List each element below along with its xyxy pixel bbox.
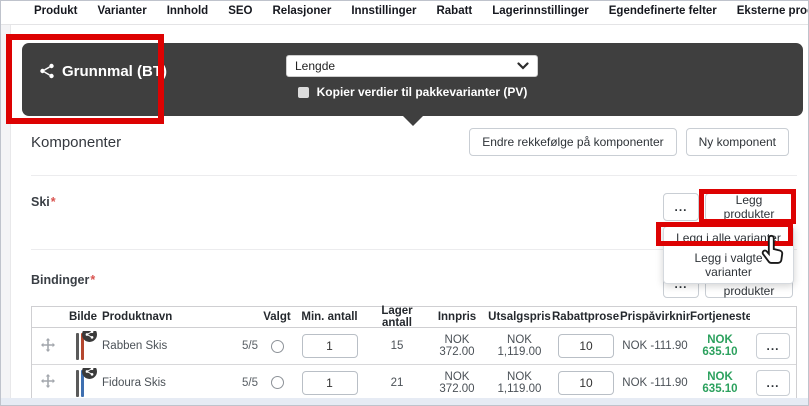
copy-values-label: Kopier verdier til pakkevarianter (PV) [317,85,528,99]
required-mark: * [90,273,95,287]
drag-handle[interactable] [32,338,64,355]
share-badge-icon[interactable] [82,331,97,342]
row-actions-cell: ... [750,370,796,396]
product-editor-screen: Produkt Varianter Innhold SEO Relasjoner… [0,0,809,406]
lager-antall: 21 [367,377,427,389]
innpris: NOK 372.00 [427,334,487,358]
prispavirkning: NOK -111.90 [620,340,690,352]
header-valgt: Valgt [262,311,292,323]
required-mark: * [51,195,56,209]
ski-more-button[interactable]: ... [663,193,699,221]
tab-innhold[interactable]: Innhold [162,1,214,24]
tab-lagerinnstillinger[interactable]: Lagerinnstillinger [487,1,594,24]
rabattprosent-cell [552,371,620,395]
ski-graphic [76,370,79,397]
tab-rabatt[interactable]: Rabatt [431,1,477,24]
fortjeneste: NOK 635.10 [690,371,750,395]
table-row-fidoura-skis: Fidoura Skis 5/5 21 NOK 372.00 NOK 1,119… [32,364,796,400]
header-utsalgspris: Utsalgspris [487,311,552,323]
header-fortjeneste: Fortjeneste [690,311,750,323]
tab-varianter[interactable]: Varianter [92,1,151,24]
left-gutter [1,25,11,405]
component-label-bindinger: Bindinger* [31,273,95,287]
utsalgspris: NOK 1,119.00 [487,334,552,358]
variant-title: Grunnmal (BT) [62,63,167,80]
bottom-strip [1,398,809,405]
ski-add-products-button[interactable]: Legg produkter [705,193,793,221]
valgt-cell [262,340,292,353]
row-more-button[interactable]: ... [756,333,790,359]
innpris: NOK 372.00 [427,371,487,395]
valgt-cell [262,376,292,389]
section-divider [31,175,797,176]
drag-handle[interactable] [32,374,64,391]
tab-egendefinerte-felter[interactable]: Egendefinerte felter [604,1,722,24]
move-icon [41,338,55,352]
tab-innstillinger[interactable]: Innstillinger [346,1,421,24]
min-antall-cell [292,334,367,358]
product-name: Fidoura Skis [102,377,237,389]
cursor-pointer-icon [757,234,789,273]
share-icon [39,63,55,79]
component-name: Ski [31,195,50,209]
row-more-button[interactable]: ... [756,370,790,396]
copy-values-checkbox[interactable] [298,87,309,98]
table-row-rabben-skis: Rabben Skis 5/5 15 NOK 372.00 NOK 1,119.… [32,328,796,364]
share-badge-icon[interactable] [82,368,97,379]
chevron-down-icon [517,57,529,75]
variants-ratio: 5/5 [237,340,262,352]
copy-values-row: Kopier verdier til pakkevarianter (PV) [22,85,803,99]
components-products-table: Bilde Produktnavn Valgt Min. antall Lage… [31,306,797,401]
tab-relasjoner[interactable]: Relasjoner [268,1,337,24]
active-variant-pointer [402,115,424,126]
tab-eksterne-produktkataloger[interactable]: Eksterne produktkataloger [732,1,809,24]
move-icon [41,374,55,388]
product-name: Rabben Skis [102,340,237,352]
header-lager-antall: Lager antall [367,305,427,329]
product-thumbnail [72,331,94,361]
tab-seo[interactable]: SEO [223,1,257,24]
valgt-radio[interactable] [271,376,284,389]
top-tab-bar: Produkt Varianter Innhold SEO Relasjoner… [1,1,809,25]
attribute-select[interactable]: Lengde [286,55,538,77]
component-name: Bindinger [31,273,89,287]
min-antall-input[interactable] [302,334,358,358]
fortjeneste: NOK 635.10 [690,334,750,358]
table-header-row: Bilde Produktnavn Valgt Min. antall Lage… [32,307,796,328]
component-label-ski: Ski* [31,195,56,209]
bilde-cell [64,331,102,361]
variants-ratio: 5/5 [237,377,262,389]
header-produktnavn: Produktnavn [102,311,237,323]
header-innpris: Innpris [427,311,487,323]
new-component-button[interactable]: Ny komponent [686,128,789,156]
prispavirkning: NOK -111.90 [620,377,690,389]
components-section-title: Komponenter [31,134,121,151]
bilde-cell [64,368,102,398]
valgt-radio[interactable] [271,340,284,353]
rabattprosent-input[interactable] [558,371,614,395]
header-rabattprosent: Rabattprosent [552,311,620,323]
tab-produkt[interactable]: Produkt [29,1,82,24]
attribute-select-value: Lengde [295,59,517,73]
header-bilde: Bilde [64,311,102,323]
min-antall-input[interactable] [302,371,358,395]
rabattprosent-cell [552,334,620,358]
variant-header-bar: Grunnmal (BT) Lengde Kopier verdier til … [22,43,803,116]
lager-antall: 15 [367,340,427,352]
header-min-antall: Min. antall [292,311,367,323]
rabattprosent-input[interactable] [558,334,614,358]
row-actions-cell: ... [750,333,796,359]
reorder-components-button[interactable]: Endre rekkefølge på komponenter [469,128,676,156]
ski-graphic [76,333,79,360]
min-antall-cell [292,371,367,395]
product-thumbnail [72,368,94,398]
header-prispavirkning: Prispåvirkning [620,311,690,323]
utsalgspris: NOK 1,119.00 [487,371,552,395]
